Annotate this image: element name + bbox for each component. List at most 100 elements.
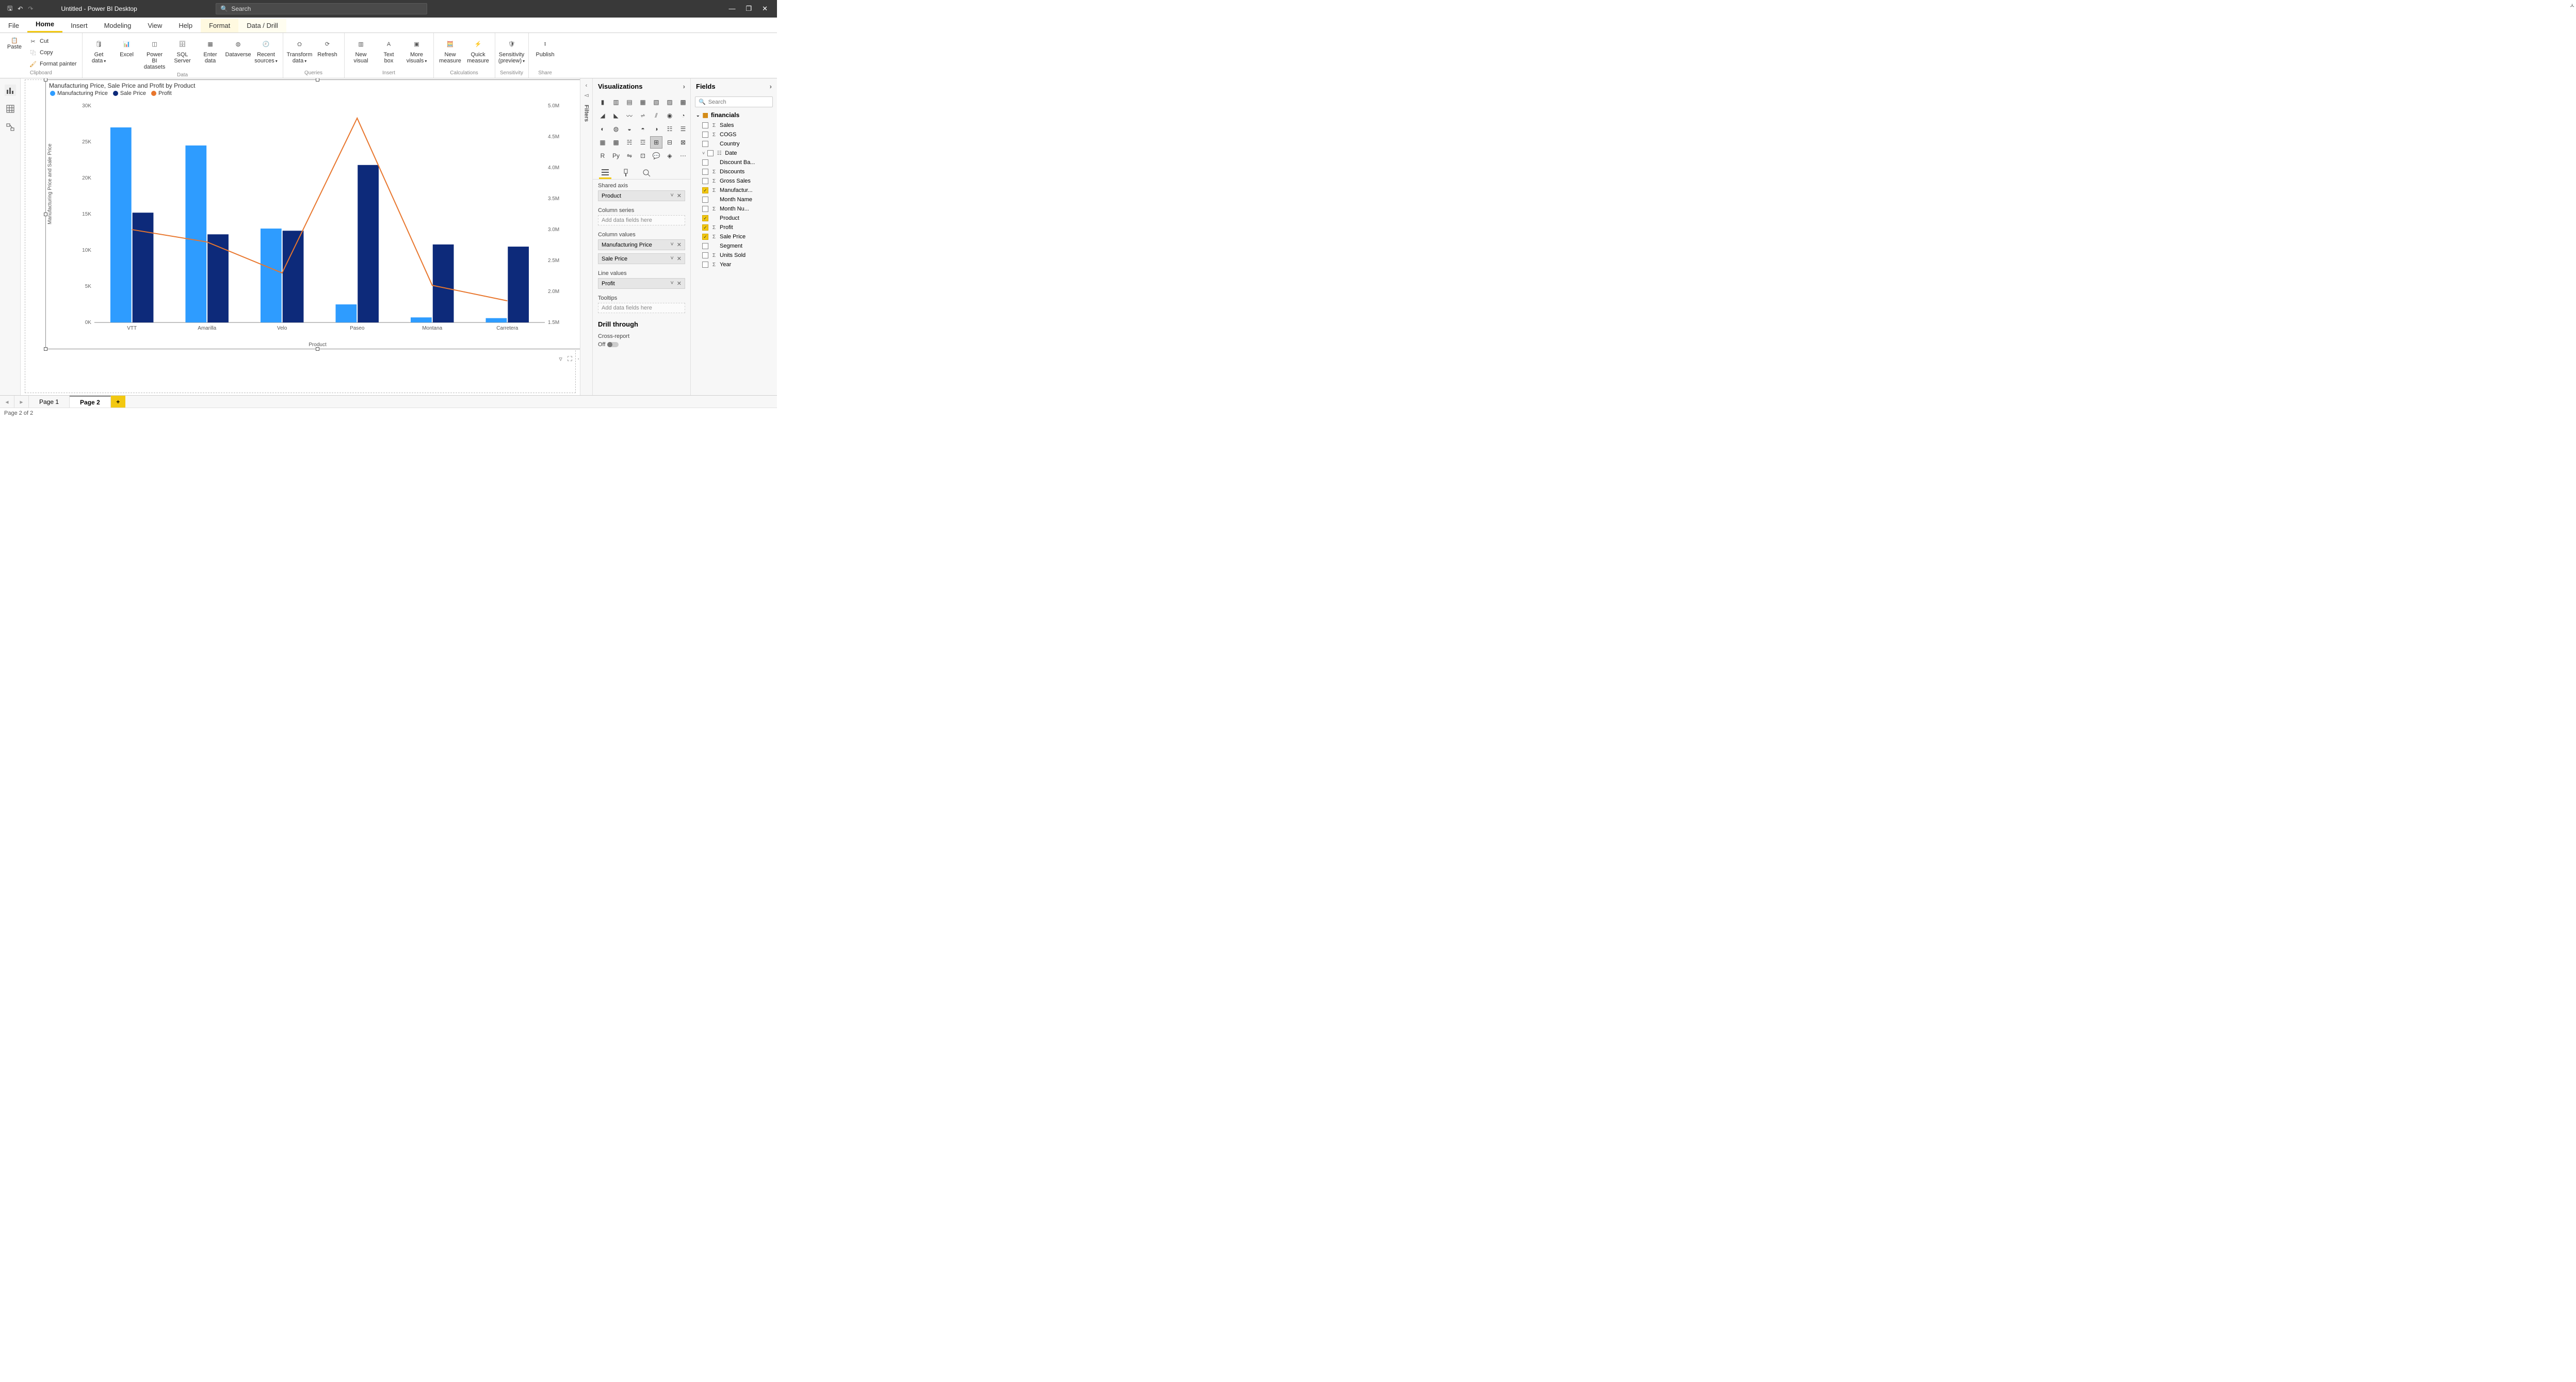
save-icon[interactable]: 🖫 xyxy=(7,4,12,14)
vis-type-button[interactable]: ◒ xyxy=(624,123,635,135)
vis-type-button[interactable]: ◈ xyxy=(664,150,675,161)
vis-type-button[interactable]: ◢ xyxy=(597,110,608,121)
vis-type-button[interactable]: ◍ xyxy=(610,123,622,135)
fields-subtab[interactable] xyxy=(599,167,611,179)
ribbon-button[interactable]: 🕘Recentsources▾ xyxy=(253,35,280,66)
field-checkbox[interactable]: ✓ xyxy=(702,187,708,193)
field-row[interactable]: ΣDiscounts xyxy=(691,167,777,176)
field-checkbox[interactable] xyxy=(702,206,708,212)
report-canvas[interactable]: Manufacturing Price, Sale Price and Prof… xyxy=(21,78,580,395)
close-button[interactable]: ✕ xyxy=(762,5,768,13)
vis-type-button[interactable]: ▧ xyxy=(651,96,662,108)
vis-type-button[interactable]: ☵ xyxy=(624,137,635,148)
vis-type-button[interactable]: ⩫ xyxy=(637,110,649,121)
field-checkbox[interactable] xyxy=(702,159,708,166)
remove-icon[interactable]: ✕ xyxy=(677,255,682,262)
remove-icon[interactable]: ✕ xyxy=(677,241,682,248)
field-row[interactable]: ✓ΣProfit xyxy=(691,223,777,232)
ribbon-button[interactable]: ⭱Publish xyxy=(532,35,559,60)
toggle-switch[interactable] xyxy=(607,342,619,347)
field-row[interactable]: ΣCOGS xyxy=(691,130,777,139)
resize-handle[interactable] xyxy=(316,347,319,351)
field-row[interactable]: ΣUnits Sold xyxy=(691,251,777,260)
field-checkbox[interactable] xyxy=(702,132,708,138)
tab-home[interactable]: Home xyxy=(27,17,62,32)
field-checkbox[interactable] xyxy=(702,178,708,184)
chevron-right-icon[interactable]: › xyxy=(683,83,685,90)
tab-insert[interactable]: Insert xyxy=(62,19,96,32)
vis-type-button[interactable]: ◓ xyxy=(637,123,649,135)
maximize-button[interactable]: ❐ xyxy=(746,5,752,13)
ribbon-button[interactable]: ⟳Refresh xyxy=(314,35,341,60)
file-menu[interactable]: File xyxy=(0,19,27,32)
well-tooltips-empty[interactable]: Add data fields here xyxy=(598,303,685,313)
field-checkbox[interactable]: ✓ xyxy=(702,224,708,231)
resize-handle[interactable] xyxy=(44,78,47,82)
well-line-values-item[interactable]: Profit˅✕ xyxy=(598,278,685,289)
resize-handle[interactable] xyxy=(44,347,47,351)
vis-type-button[interactable]: R xyxy=(597,150,608,161)
vis-type-button[interactable]: ▨ xyxy=(664,96,675,108)
filter-icon[interactable]: ▿ xyxy=(559,355,562,363)
field-row[interactable]: ΣGross Sales xyxy=(691,176,777,186)
ribbon-button[interactable]: 📊Excel xyxy=(114,35,140,60)
ribbon-button[interactable]: ◫PowerBI datasets xyxy=(141,35,168,72)
vis-type-button[interactable]: ⇋ xyxy=(624,150,635,161)
field-row[interactable]: ˅☷Date xyxy=(691,149,777,158)
fields-search[interactable]: 🔍 Search xyxy=(695,96,773,107)
tab-data-drill[interactable]: Data / Drill xyxy=(238,19,286,32)
vis-type-button[interactable]: ◐ xyxy=(597,123,608,135)
vis-type-button[interactable]: ◣ xyxy=(610,110,622,121)
field-row[interactable]: ΣMonth Nu... xyxy=(691,204,777,214)
field-row[interactable]: Segment xyxy=(691,241,777,251)
vis-type-button[interactable]: ☲ xyxy=(637,137,649,148)
field-checkbox[interactable] xyxy=(702,262,708,268)
field-row[interactable]: Discount Ba... xyxy=(691,158,777,167)
well-column-series-empty[interactable]: Add data fields here xyxy=(598,215,685,225)
fields-table[interactable]: ⌄ ▦ financials xyxy=(691,109,777,121)
chevron-right-icon[interactable]: › xyxy=(770,83,772,90)
field-checkbox[interactable] xyxy=(707,150,714,156)
chevron-down-icon[interactable]: ˅ xyxy=(670,280,673,287)
remove-icon[interactable]: ✕ xyxy=(677,280,682,287)
field-row[interactable]: Month Name xyxy=(691,195,777,204)
field-checkbox[interactable] xyxy=(702,243,708,249)
remove-icon[interactable]: ✕ xyxy=(677,192,682,199)
well-shared-axis-item[interactable]: Product˅✕ xyxy=(598,190,685,201)
vis-type-button[interactable]: ▦ xyxy=(597,137,608,148)
chevron-down-icon[interactable]: ˅ xyxy=(670,241,673,248)
well-column-values-item[interactable]: Sale Price˅✕ xyxy=(598,253,685,264)
vis-type-button[interactable]: ⫽ xyxy=(651,110,662,121)
field-checkbox[interactable]: ✓ xyxy=(702,215,708,221)
copy-button[interactable]: ⿻Copy xyxy=(27,47,79,58)
vis-type-button[interactable]: ▩ xyxy=(610,137,622,148)
field-row[interactable]: Country xyxy=(691,139,777,149)
page-nav-next[interactable]: ▸ xyxy=(14,396,29,408)
field-row[interactable]: ΣYear xyxy=(691,260,777,269)
minimize-button[interactable]: — xyxy=(728,5,735,13)
focus-mode-icon[interactable]: ⛶ xyxy=(568,355,572,363)
ribbon-button[interactable]: ▥Newvisual xyxy=(348,35,375,66)
vis-type-button[interactable]: ☰ xyxy=(677,123,689,135)
vis-type-button[interactable]: ▩ xyxy=(677,96,689,108)
redo-icon[interactable]: ↷ xyxy=(28,5,33,12)
cut-button[interactable]: ✂Cut xyxy=(27,36,79,46)
format-painter-button[interactable]: 🖌Format painter xyxy=(27,59,79,69)
analytics-subtab[interactable] xyxy=(640,167,653,179)
ribbon-button[interactable]: ⛭Transformdata▾ xyxy=(286,35,313,66)
field-row[interactable]: Σ Sales xyxy=(691,121,777,130)
data-view-button[interactable] xyxy=(5,103,16,115)
chevron-down-icon[interactable]: ˅ xyxy=(670,255,673,262)
ribbon-button[interactable]: 🛡Sensitivity(preview)▾ xyxy=(498,35,525,66)
chevron-down-icon[interactable]: ⌄ xyxy=(696,112,700,118)
vis-type-button[interactable]: ▮ xyxy=(597,96,608,108)
search-box[interactable]: 🔍 Search xyxy=(216,3,427,14)
ribbon-button[interactable]: 🛢Getdata▾ xyxy=(86,35,112,66)
report-view-button[interactable] xyxy=(5,85,16,96)
vis-type-button[interactable]: ☷ xyxy=(664,123,675,135)
vis-type-button[interactable]: ◑ xyxy=(651,123,662,135)
chevron-left-icon[interactable]: ‹ xyxy=(586,83,588,89)
vis-type-button[interactable]: ⋯ xyxy=(677,150,689,161)
combo-chart-visual[interactable]: Manufacturing Price, Sale Price and Prof… xyxy=(45,79,580,349)
format-subtab[interactable] xyxy=(620,167,632,179)
